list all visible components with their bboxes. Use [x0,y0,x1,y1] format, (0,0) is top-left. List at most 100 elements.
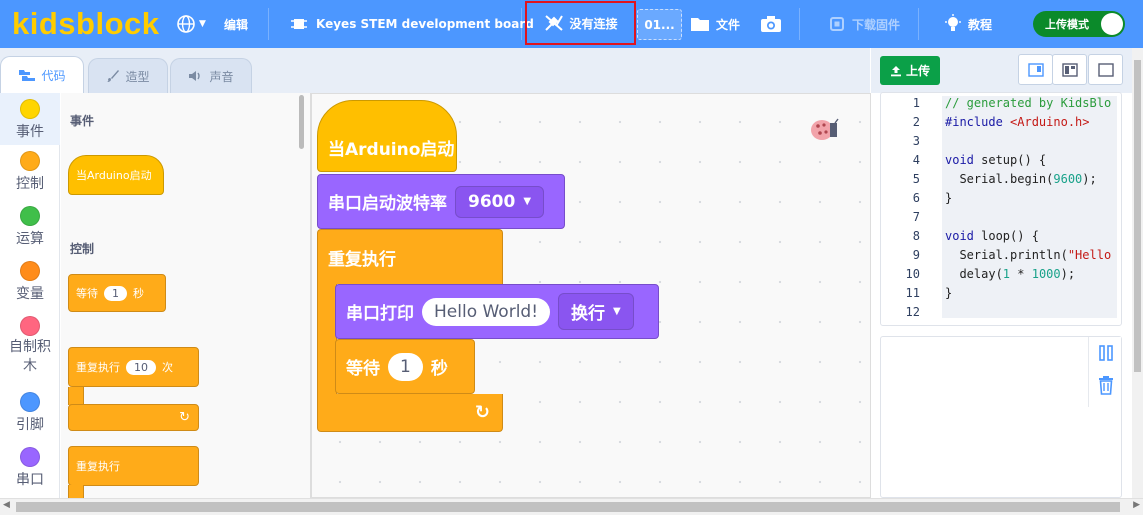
ws-forever-footer: ↻ [317,394,503,432]
print-text-field[interactable]: Hello World! [422,297,551,326]
speaker-icon [189,71,201,81]
horizontal-scrollbar[interactable]: ◀ ▶ [0,498,1143,515]
block-unit: 次 [162,361,173,374]
tab-costumes-label: 造型 [125,69,150,84]
block-wait[interactable]: 等待 1 秒 [68,274,166,312]
ws-block-forever[interactable]: 重复执行 [317,229,503,284]
upload-button[interactable]: 上传 [880,56,940,85]
code-line[interactable]: 8 void loop() { [881,229,1121,248]
ws-block-serial-begin[interactable]: 串口启动波特率 9600 ▼ [317,174,565,229]
firmware-button[interactable]: 下载固件 [828,0,900,48]
category-dot [20,392,40,412]
category-my-blocks[interactable]: 自制积 木 [0,316,60,376]
ws-block-wait[interactable]: 等待 1 秒 [335,339,475,394]
file-menu[interactable]: 文件 [690,0,740,48]
code-line[interactable]: 12 [881,305,1121,324]
code-text: void loop() { [945,229,1039,243]
category-variables[interactable]: 变量 [0,261,60,303]
category-serial[interactable]: 串口 [0,447,60,489]
view-split-button[interactable] [1052,54,1087,85]
connection-button[interactable]: 没有连接 [525,1,636,45]
category-dot [20,261,40,281]
category-dot [20,99,40,119]
lightbulb-icon [945,14,961,31]
edit-menu[interactable]: 编辑 [224,0,248,48]
line-number: 1 [912,96,920,110]
screenshot-button[interactable] [760,0,782,48]
baud-rate-dropdown[interactable]: 9600 ▼ [455,185,545,218]
category-label: 变量 [16,286,44,302]
upload-icon [890,65,901,76]
code-text: #include <Arduino.h> [945,115,1090,129]
block-repeat-footer: ↻ [68,404,199,431]
code-line[interactable]: 11} [881,286,1121,305]
category-events[interactable]: 事件 [0,93,60,145]
code-line[interactable]: 4 void setup() { [881,153,1121,172]
block-repeat-times[interactable]: 重复执行 10 次 [68,347,199,387]
line-number: 5 [912,172,920,186]
category-pins[interactable]: 引脚 [0,392,60,434]
block-forever-arm [68,485,84,498]
vertical-scroll-thumb[interactable] [1134,60,1141,372]
board-label: Keyes STEM development board [316,17,534,31]
block-unit: 秒 [133,287,144,300]
code-workspace[interactable]: 当Arduino启动 串口启动波特率 9600 ▼ 重复执行 串口打印 Hell… [311,93,871,498]
wait-value-field[interactable]: 1 [104,285,127,301]
tutorial-label: 教程 [968,17,993,32]
category-label: 控制 [16,176,44,192]
serial-monitor[interactable] [880,336,1122,498]
line-number: 9 [912,248,920,262]
view-small-stage-button[interactable] [1018,54,1053,85]
tab-costumes[interactable]: 造型 [88,58,168,93]
code-line[interactable]: 1 // generated by KidsBlo [881,96,1121,115]
horizontal-scroll-thumb[interactable] [16,502,1120,512]
wait-seconds-field[interactable]: 1 [388,352,423,381]
ladybug-icon[interactable] [809,114,839,144]
category-dot [20,206,40,226]
ws-block-when-start[interactable]: 当Arduino启动 [317,100,457,172]
port-selector[interactable]: 01... [637,9,682,40]
code-line[interactable]: 3 [881,134,1121,153]
block-label: 当Arduino启动 [76,169,152,182]
pause-icon[interactable] [1098,344,1114,362]
code-line[interactable]: 5 Serial.begin(9600); [881,172,1121,191]
ws-block-label: 串口启动波特率 [328,194,447,214]
code-line[interactable]: 10 delay(1 * 1000); [881,267,1121,286]
category-control[interactable]: 控制 [0,151,60,193]
tab-code-label: 代码 [41,68,66,83]
code-line[interactable]: 2 #include <Arduino.h> [881,115,1121,134]
board-selector[interactable]: Keyes STEM development board [290,0,534,48]
divider [918,8,919,40]
scroll-left-arrow-icon[interactable]: ◀ [3,500,10,510]
folder-icon [691,18,709,31]
trash-icon[interactable] [1097,375,1115,395]
editor-tabs: 代码 造型 声音 [0,48,870,93]
block-repeat-arm [68,387,84,405]
layout-sidebar-icon [1027,62,1044,77]
tab-sounds[interactable]: 声音 [170,58,252,93]
category-label: 串口 [16,472,44,488]
code-editor[interactable]: 1 // generated by KidsBlo 2 #include <Ardui… [880,92,1122,326]
code-line[interactable]: 6} [881,191,1121,210]
repeat-count-field[interactable]: 10 [126,359,156,375]
block-forever[interactable]: 重复执行 [68,446,199,486]
view-full-button[interactable] [1088,54,1123,85]
tutorial-button[interactable]: 教程 [944,0,992,48]
vertical-scrollbar[interactable] [1132,48,1143,498]
scroll-right-arrow-icon[interactable]: ▶ [1133,500,1140,510]
code-line[interactable]: 7 [881,210,1121,229]
firmware-label: 下载固件 [852,17,901,32]
code-line[interactable]: 9 Serial.println("Hello [881,248,1121,267]
chip-icon [291,19,307,29]
gear-chip-icon [830,17,844,31]
upload-mode-toggle[interactable]: 上传模式 [1033,11,1125,37]
category-operators[interactable]: 运算 [0,206,60,248]
newline-dropdown[interactable]: 换行 ▼ [558,293,634,330]
palette-section-events: 事件 [70,114,95,128]
block-when-start[interactable]: 当Arduino启动 [68,155,164,195]
dropdown-caret-icon: ▼ [613,306,621,317]
tab-code[interactable]: 代码 [0,56,84,93]
language-menu[interactable]: ▼ [176,0,206,48]
ws-block-serial-print[interactable]: 串口打印 Hello World! 换行 ▼ [335,284,659,339]
palette-scrollbar[interactable] [299,95,304,149]
